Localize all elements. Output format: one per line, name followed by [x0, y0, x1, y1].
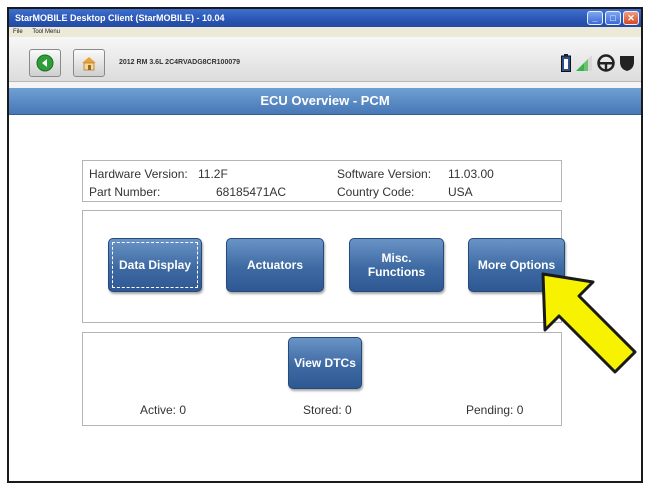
function-buttons-panel: Data Display Actuators Misc. Functions M…	[82, 210, 565, 323]
software-version-value: 11.03.00	[448, 167, 494, 181]
window-controls: _ □ ✕	[587, 11, 639, 25]
maximize-button[interactable]: □	[605, 11, 621, 25]
home-button[interactable]	[73, 49, 105, 77]
country-code-value: USA	[448, 185, 473, 199]
toolbar: 2012 RM 3.6L 2C4RVADG8CR100079	[9, 37, 641, 82]
part-number-label: Part Number:	[89, 185, 161, 199]
back-button[interactable]	[29, 49, 61, 77]
pointer-arrow-icon	[541, 272, 637, 374]
stored-dtc-count: Stored: 0	[303, 403, 352, 417]
pending-dtc-count: Pending: 0	[466, 403, 524, 417]
hardware-version-label: Hardware Version:	[89, 167, 188, 181]
misc-functions-label-line2: Functions	[367, 265, 426, 279]
software-version-label: Software Version:	[337, 167, 432, 181]
title-bar[interactable]: StarMOBILE Desktop Client (StarMOBILE) -…	[9, 9, 641, 27]
app-window: StarMOBILE Desktop Client (StarMOBILE) -…	[7, 7, 643, 483]
menu-tool-menu[interactable]: Tool Menu	[32, 29, 60, 35]
hardware-version-value: 11.2F	[198, 167, 228, 181]
shield-icon	[620, 56, 634, 71]
back-icon	[36, 54, 54, 72]
actuators-button[interactable]: Actuators	[226, 238, 324, 292]
misc-functions-label-line1: Misc.	[381, 251, 412, 265]
view-dtcs-button[interactable]: View DTCs	[288, 337, 362, 389]
data-display-button[interactable]: Data Display	[108, 238, 202, 292]
home-icon	[82, 57, 96, 71]
part-number-value: 68185471AC	[216, 185, 287, 199]
menu-file[interactable]: File	[13, 29, 23, 35]
dtc-panel: View DTCs Active: 0 Stored: 0 Pending: 0	[82, 332, 562, 426]
signal-icon	[576, 55, 592, 71]
minimize-button[interactable]: _	[587, 11, 603, 25]
ecu-info-panel: Hardware Version: 11.2F Software Version…	[82, 160, 562, 202]
active-dtc-count: Active: 0	[140, 403, 187, 417]
misc-functions-button[interactable]: Misc. Functions	[349, 238, 444, 292]
window-title: StarMOBILE Desktop Client (StarMOBILE) -…	[15, 13, 225, 23]
country-code-label: Country Code:	[337, 185, 415, 199]
close-button[interactable]: ✕	[623, 11, 639, 25]
battery-icon	[561, 54, 571, 72]
menu-bar: File Tool Menu	[9, 27, 641, 37]
status-icons	[561, 54, 635, 72]
vehicle-info: 2012 RM 3.6L 2C4RVADG8CR100079	[119, 59, 241, 66]
steering-wheel-icon	[597, 54, 615, 72]
page-title: ECU Overview - PCM	[9, 88, 641, 115]
